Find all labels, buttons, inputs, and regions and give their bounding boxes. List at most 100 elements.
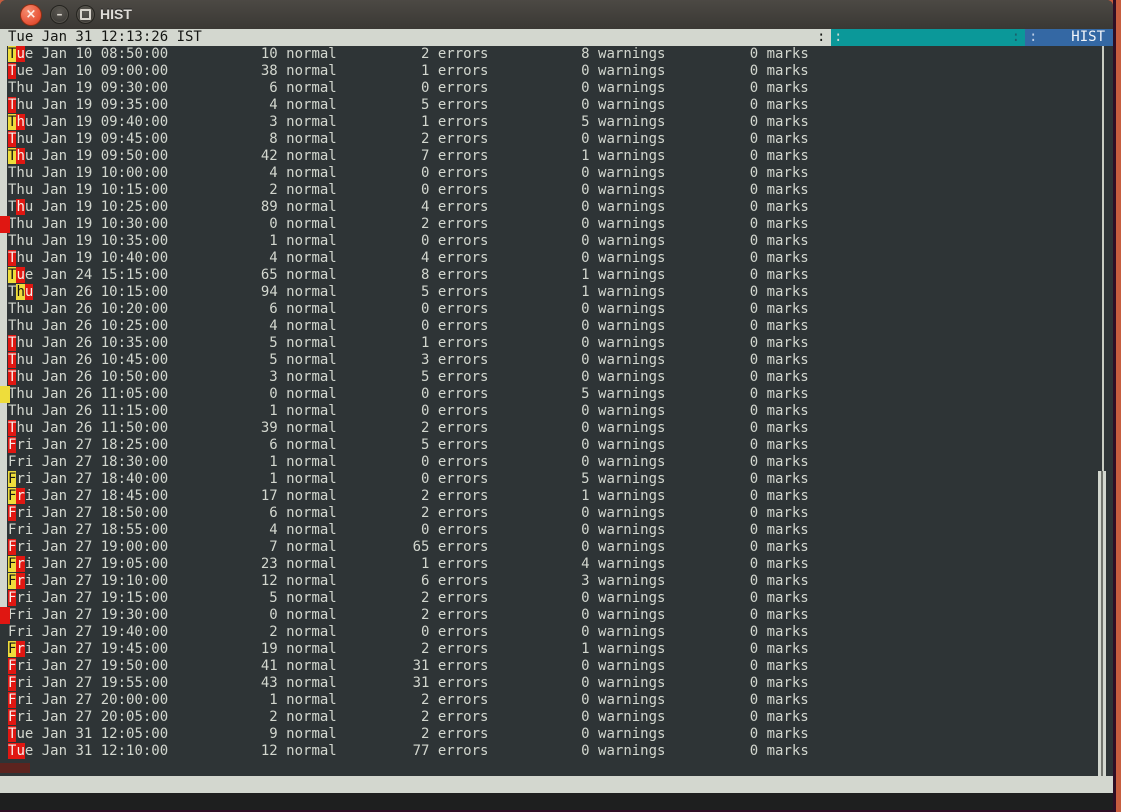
histogram-bar-red: T	[8, 63, 17, 79]
gutter-strip	[0, 182, 7, 199]
histogram-bar-red: F	[8, 590, 17, 606]
hist-line: Thu Jan 26 10:15:00 94 normal 5 errors 1…	[8, 284, 809, 300]
hist-row[interactable]: Fri Jan 27 18:30:00 1 normal 0 errors 0 …	[0, 454, 1113, 471]
window-title: HIST	[100, 6, 132, 22]
histogram-bar-red: F	[8, 539, 17, 555]
hist-row[interactable]: Thu Jan 19 10:35:00 1 normal 0 errors 0 …	[0, 233, 1113, 250]
hist-row[interactable]: Thu Jan 26 10:45:00 5 normal 3 errors 0 …	[0, 352, 1113, 369]
maximize-icon	[80, 9, 91, 20]
hist-row[interactable]: Fri Jan 27 18:40:00 1 normal 0 errors 5 …	[0, 471, 1113, 488]
hist-line: Fri Jan 27 18:30:00 1 normal 0 errors 0 …	[8, 454, 809, 470]
gutter-strip	[0, 250, 7, 267]
hist-row[interactable]: Thu Jan 19 09:30:00 6 normal 0 errors 0 …	[0, 80, 1113, 97]
hist-row[interactable]: Fri Jan 27 19:50:00 41 normal 31 errors …	[0, 658, 1113, 675]
hist-line: Fri Jan 27 19:45:00 19 normal 2 errors 1…	[8, 641, 809, 657]
hist-row[interactable]: Thu Jan 19 09:35:00 4 normal 5 errors 0 …	[0, 97, 1113, 114]
hist-row[interactable]: Thu Jan 26 10:20:00 6 normal 0 errors 0 …	[0, 301, 1113, 318]
close-button[interactable]: ×	[20, 4, 42, 26]
hist-row[interactable]: Fri Jan 27 19:05:00 23 normal 1 errors 4…	[0, 556, 1113, 573]
hist-row[interactable]: Fri Jan 27 19:15:00 5 normal 2 errors 0 …	[0, 590, 1113, 607]
hist-line: Fri Jan 27 18:45:00 17 normal 2 errors 1…	[8, 488, 809, 504]
histogram-bar-red: T	[8, 352, 17, 368]
gutter-strip	[0, 80, 7, 97]
histogram-bar-red: F	[8, 675, 17, 691]
hist-row[interactable]: Tue Jan 10 08:50:00 10 normal 2 errors 8…	[0, 46, 1113, 63]
hist-line: Thu Jan 19 09:35:00 4 normal 5 errors 0 …	[8, 97, 809, 113]
hist-row[interactable]: Fri Jan 27 20:00:00 1 normal 2 errors 0 …	[0, 692, 1113, 709]
hist-row[interactable]: Fri Jan 27 19:00:00 7 normal 65 errors 0…	[0, 539, 1113, 556]
hist-row[interactable]: Thu Jan 26 10:35:00 5 normal 1 errors 0 …	[0, 335, 1113, 352]
histogram-bar-red: F	[8, 437, 17, 453]
hist-line: Tue Jan 31 12:05:00 9 normal 2 errors 0 …	[8, 726, 809, 742]
hist-row[interactable]: Fri Jan 27 18:55:00 4 normal 0 errors 0 …	[0, 522, 1113, 539]
hist-row[interactable]: Thu Jan 19 10:00:00 4 normal 0 errors 0 …	[0, 165, 1113, 182]
gutter-strip	[0, 522, 7, 539]
hist-row[interactable]: Fri Jan 27 20:05:00 2 normal 2 errors 0 …	[0, 709, 1113, 726]
hist-row[interactable]: Tue Jan 24 15:15:00 65 normal 8 errors 1…	[0, 267, 1113, 284]
hist-row[interactable]: Thu Jan 26 10:50:00 3 normal 5 errors 0 …	[0, 369, 1113, 386]
minimize-button[interactable]: –	[50, 5, 69, 24]
hist-row[interactable]: Thu Jan 19 10:15:00 2 normal 0 errors 0 …	[0, 182, 1113, 199]
window-border-right	[1113, 0, 1116, 812]
hist-row[interactable]: Tue Jan 10 09:00:00 38 normal 1 errors 0…	[0, 63, 1113, 80]
hist-row[interactable]: Thu Jan 19 09:40:00 3 normal 1 errors 5 …	[0, 114, 1113, 131]
histogram-bar-red: u	[16, 46, 25, 62]
histogram-bar-red: T	[8, 131, 17, 147]
histogram-bar-red: r	[16, 488, 25, 504]
hist-row[interactable]: Fri Jan 27 19:30:00 0 normal 2 errors 0 …	[0, 607, 1113, 624]
histogram-bar-red: T	[8, 97, 17, 113]
hist-row[interactable]: Thu Jan 19 10:40:00 4 normal 4 errors 0 …	[0, 250, 1113, 267]
hist-line: Fri Jan 27 19:00:00 7 normal 65 errors 0…	[8, 539, 809, 555]
hist-row[interactable]: Tue Jan 31 12:05:00 9 normal 2 errors 0 …	[0, 726, 1113, 743]
histogram-bar-yellow: F	[8, 471, 17, 487]
hist-line: Thu Jan 26 11:05:00 0 normal 0 errors 5 …	[8, 386, 809, 402]
hist-row[interactable]: Fri Jan 27 18:50:00 6 normal 2 errors 0 …	[0, 505, 1113, 522]
message-bar: restored session from just now; press Ct…	[0, 793, 1113, 810]
gutter-strip	[0, 131, 7, 148]
histogram-bar-red: h	[16, 199, 25, 215]
hist-row[interactable]: Thu Jan 26 11:15:00 1 normal 0 errors 0 …	[0, 403, 1113, 420]
minimize-icon: –	[56, 6, 63, 21]
gutter-strip	[0, 352, 7, 369]
yellow-gutter-mark	[0, 386, 10, 403]
hist-line: Thu Jan 26 10:50:00 3 normal 5 errors 0 …	[8, 369, 809, 385]
hist-row[interactable]: Thu Jan 26 11:50:00 39 normal 2 errors 0…	[0, 420, 1113, 437]
maximize-button[interactable]	[76, 5, 95, 24]
hist-line: Thu Jan 26 10:35:00 5 normal 1 errors 0 …	[8, 335, 809, 351]
hist-row[interactable]: Fri Jan 27 18:45:00 17 normal 2 errors 1…	[0, 488, 1113, 505]
hist-row[interactable]: Fri Jan 27 19:10:00 12 normal 6 errors 3…	[0, 573, 1113, 590]
scrollbar-thumb[interactable]	[1098, 471, 1106, 776]
hist-line: Thu Jan 19 10:35:00 1 normal 0 errors 0 …	[8, 233, 809, 249]
hist-row[interactable]: Thu Jan 19 10:30:00 0 normal 2 errors 0 …	[0, 216, 1113, 233]
hist-line: Fri Jan 27 19:15:00 5 normal 2 errors 0 …	[8, 590, 809, 606]
hist-line: Tue Jan 31 12:10:00 12 normal 77 errors …	[8, 743, 809, 759]
hist-row[interactable]: Fri Jan 27 18:25:00 6 normal 5 errors 0 …	[0, 437, 1113, 454]
gutter-strip	[0, 97, 7, 114]
gutter-strip	[0, 63, 7, 80]
hist-row[interactable]: Fri Jan 27 19:45:00 19 normal 2 errors 1…	[0, 641, 1113, 658]
gutter-strip	[0, 539, 7, 556]
histogram-bar-red: T	[8, 335, 17, 351]
hist-row[interactable]: Fri Jan 27 19:40:00 2 normal 0 errors 0 …	[0, 624, 1113, 641]
gutter-strip	[0, 284, 7, 301]
hist-line: Fri Jan 27 19:50:00 41 normal 31 errors …	[8, 658, 809, 674]
hist-row[interactable]: Thu Jan 19 09:50:00 42 normal 7 errors 1…	[0, 148, 1113, 165]
hist-line: Fri Jan 27 19:55:00 43 normal 31 errors …	[8, 675, 809, 691]
hist-row[interactable]: Tue Jan 31 12:10:00 12 normal 77 errors …	[0, 743, 1113, 760]
hist-row[interactable]: Thu Jan 26 10:25:00 4 normal 0 errors 0 …	[0, 318, 1113, 335]
hist-line: Thu Jan 19 10:00:00 4 normal 0 errors 0 …	[8, 165, 809, 181]
hist-line: Thu Jan 26 11:15:00 1 normal 0 errors 0 …	[8, 403, 809, 419]
gutter-strip	[0, 335, 7, 352]
hist-row[interactable]: Thu Jan 26 11:05:00 0 normal 0 errors 5 …	[0, 386, 1113, 403]
activity-gauge: : :	[831, 29, 1025, 46]
histogram-bar-red: T	[8, 369, 17, 385]
hist-row[interactable]: Thu Jan 19 10:25:00 89 normal 4 errors 0…	[0, 199, 1113, 216]
view-chip-label: HIST	[1071, 29, 1105, 45]
gutter-strip	[0, 318, 7, 335]
hist-row[interactable]: Thu Jan 26 10:15:00 94 normal 5 errors 1…	[0, 284, 1113, 301]
hist-row[interactable]: Fri Jan 27 19:55:00 43 normal 31 errors …	[0, 675, 1113, 692]
hist-line: Thu Jan 19 10:15:00 2 normal 0 errors 0 …	[8, 182, 809, 198]
hist-line: Fri Jan 27 18:40:00 1 normal 0 errors 5 …	[8, 471, 809, 487]
title-bar[interactable]: × – HIST	[0, 0, 1113, 30]
hist-row[interactable]: Thu Jan 19 09:45:00 8 normal 2 errors 0 …	[0, 131, 1113, 148]
